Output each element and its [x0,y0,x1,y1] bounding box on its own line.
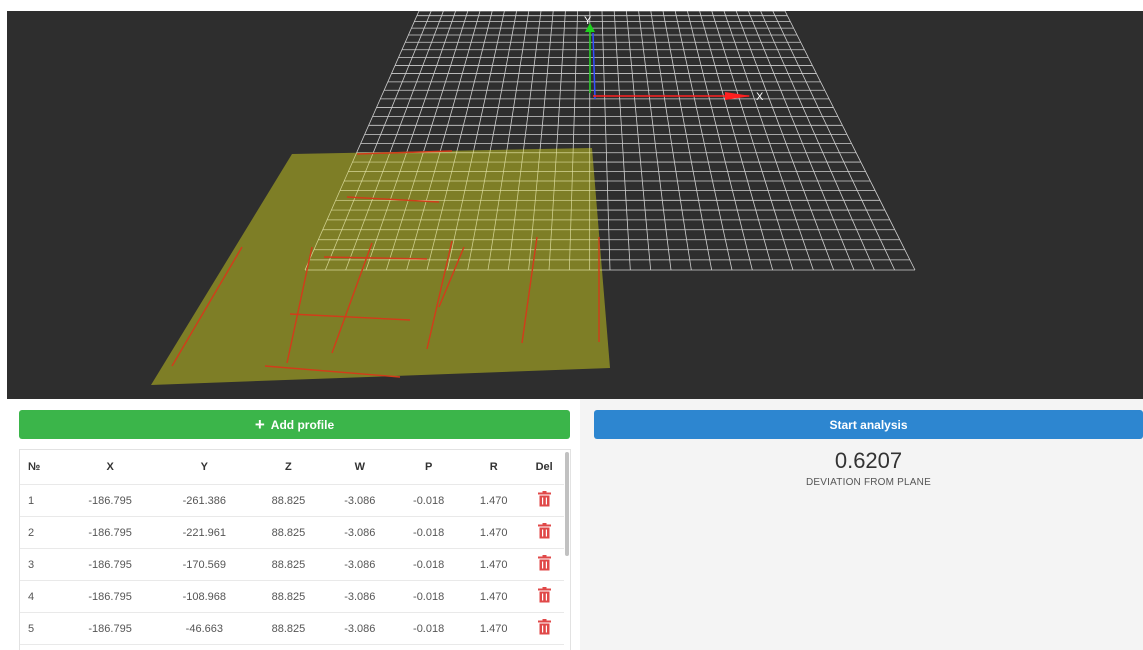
delete-cell [524,580,564,613]
column-header: Z [285,461,292,473]
table-cell: 2 [20,516,63,549]
table-cell: 88.825 [251,580,326,613]
table-cell: -0.018 [394,484,464,517]
3d-viewport[interactable]: X Y [7,11,1143,399]
column-header: P [424,461,433,473]
table-cell: 88.825 [251,612,326,645]
table-cell: 1.470 [463,484,525,517]
table-cell: -186.795 [63,580,158,613]
table-cell: 1 [20,484,63,517]
table-cell: -186.795 [63,548,158,581]
table-cell: 1.470 [463,548,525,581]
delete-cell [524,612,564,645]
column-header: № [28,461,41,473]
table-cell: -255.738 [157,644,252,650]
delete-cell [524,548,564,581]
column-header: Del [535,461,553,473]
table-cell: 6 [20,644,63,650]
column-header: Y [200,461,208,473]
table-cell: 1.470 [463,612,525,645]
table-cell: 3.060 [463,644,525,650]
table-cell: -186.795 [63,612,158,645]
table-cell: -186.795 [63,516,158,549]
deviation-value: 0.6207 [834,448,903,473]
table-cell: -0.018 [394,548,464,581]
table-cell: 88.825 [251,644,326,650]
table-cell: -261.386 [157,484,252,517]
table-cell: 3 [20,548,63,581]
trash-icon[interactable] [537,523,551,539]
trash-icon[interactable] [537,491,551,507]
profiles-table-container[interactable]: № X Y Z W P R Del 1 -186.795 -261.386 88.825 -3.086… [19,449,571,650]
trash-icon[interactable] [537,619,551,635]
table-cell: -0.018 [394,644,464,650]
table-cell: -362.933 [63,644,158,650]
add-profile-button[interactable]: + Add profile [19,410,570,439]
delete-cell [524,644,564,650]
z-axis [592,32,596,100]
table-cell: 1.470 [463,580,525,613]
analysis-panel: Start analysis 0.6207 DEVIATION FROM PLA… [580,399,1143,650]
trash-icon[interactable] [537,555,551,571]
start-analysis-label: Start analysis [829,417,908,432]
table-cell: -3.086 [325,612,395,645]
axis-y-label: Y [584,15,592,27]
table-cell: -3.086 [325,548,395,581]
3d-scene[interactable]: X Y [7,11,1143,399]
table-cell: 5 [20,612,63,645]
table-cell: 88.825 [251,548,326,581]
table-cell: -108.968 [157,580,252,613]
table-cell: -3.086 [325,580,395,613]
table-cell: 4 [20,580,63,613]
axis-x-label: X [756,91,764,103]
table-cell: -0.018 [394,516,464,549]
profiles-panel: + Add profile № X Y Z W P R Del 1 -186.795 -261.3… [7,399,580,650]
column-header: X [106,461,114,473]
table-cell: -0.018 [394,612,464,645]
table-row: 1 -186.795 -261.386 88.825 -3.086 -0.018 1.470 [20,484,564,517]
table-header-row: № X Y Z W P R Del [20,450,564,485]
table-scrollbar[interactable] [565,452,569,556]
add-profile-label: Add profile [270,417,335,432]
deviation-label: DEVIATION FROM PLANE [806,477,931,488]
column-header: W [354,461,365,473]
table-cell: 1.470 [463,516,525,549]
table-cell: -221.961 [157,516,252,549]
table-cell: -170.569 [157,548,252,581]
table-cell: -0.018 [394,580,464,613]
table-cell: -3.086 [325,484,395,517]
start-analysis-button[interactable]: Start analysis [594,410,1143,439]
delete-cell [524,484,564,517]
delete-cell [524,516,564,549]
table-row: 6-362.933-255.73888.825-3.086-0.0183.060 [20,644,564,650]
table-cell: -3.086 [325,516,395,549]
table-cell: -3.086 [325,644,395,650]
table-cell: -46.663 [157,612,252,645]
trash-icon[interactable] [537,587,551,603]
column-header: R [489,461,498,473]
table-row: 2 -186.795 -221.961 88.825 -3.086 -0.018 1.470 [20,516,564,549]
grid-line [784,11,916,271]
table-cell: 88.825 [251,516,326,549]
table-row: 3 -186.795 -170.569 88.825 -3.086 -0.018 1.470 [20,548,564,581]
table-cell: -186.795 [63,484,158,517]
plus-icon: + [254,414,265,434]
table-row: 4 -186.795 -108.968 88.825 -3.086 -0.018 1.470 [20,580,564,613]
profiles-table: № X Y Z W P R Del 1 -186.795 -261.386 88.825 -3.086… [20,450,564,650]
table-row: 5 -186.795 -46.663 88.825 -3.086 -0.018 1.470 [20,612,564,645]
yellow-plane [151,148,610,385]
table-cell: 88.825 [251,484,326,517]
